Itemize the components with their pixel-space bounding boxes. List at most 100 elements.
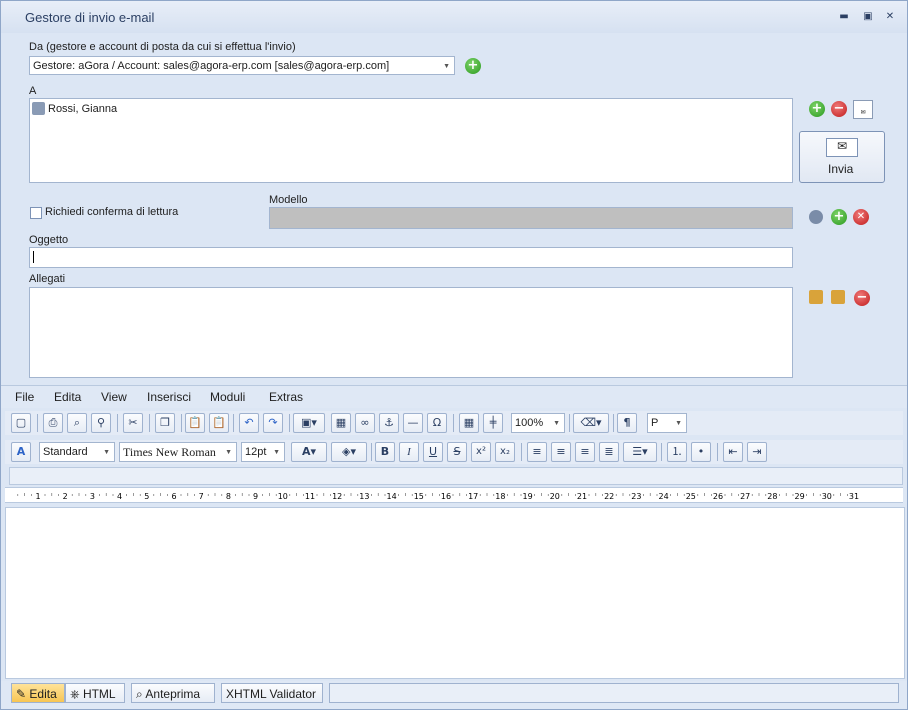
horizontal-rule-icon[interactable]: —: [403, 413, 423, 433]
add-account-button[interactable]: +: [465, 58, 481, 74]
close-icon[interactable]: ✕: [883, 11, 897, 23]
anchor-icon[interactable]: ⚓: [379, 413, 399, 433]
line-spacing-icon[interactable]: ☰▾: [623, 442, 657, 462]
menu-file[interactable]: File: [15, 390, 34, 404]
toolbar-separator: [149, 414, 150, 432]
outdent-icon[interactable]: ⇤: [723, 442, 743, 462]
menu-edit[interactable]: Edita: [54, 390, 81, 404]
chevron-down-icon: ▼: [273, 449, 280, 456]
read-receipt-checkbox[interactable]: [30, 207, 42, 219]
font-value: Times New Roman: [123, 445, 216, 459]
minimize-icon[interactable]: ▬: [837, 11, 851, 23]
print-preview-icon[interactable]: ⌕: [67, 413, 87, 433]
send-button[interactable]: ✉ Invia: [799, 131, 885, 183]
toolbar-separator: [289, 414, 290, 432]
email-address-book-icon[interactable]: ✉: [853, 100, 873, 119]
font-size-select[interactable]: 12pt ▼: [241, 442, 285, 462]
align-right-icon[interactable]: ≡: [575, 442, 595, 462]
attachments-list[interactable]: [29, 287, 793, 378]
numbered-list-icon[interactable]: ⒈: [667, 442, 687, 462]
superscript-icon[interactable]: x²: [471, 442, 491, 462]
toolbar-separator: [521, 443, 522, 461]
toolbar-separator: [569, 414, 570, 432]
highlight-color-icon[interactable]: ◈▾: [331, 442, 367, 462]
bullet-list-icon[interactable]: •: [691, 442, 711, 462]
link-icon[interactable]: ∞: [355, 413, 375, 433]
menu-insert[interactable]: Inserisci: [147, 390, 191, 404]
remove-recipient-button[interactable]: −: [831, 101, 847, 117]
ruler-number: 9: [253, 492, 258, 501]
tab-edit[interactable]: ✎ Edita: [11, 683, 65, 703]
add-recipient-button[interactable]: +: [809, 101, 825, 117]
chevron-down-icon: ▼: [675, 420, 682, 427]
to-label: A: [29, 85, 37, 97]
menu-view[interactable]: View: [101, 390, 127, 404]
strikethrough-icon[interactable]: S: [447, 442, 467, 462]
paste-icon[interactable]: 📋: [185, 413, 205, 433]
tab-html[interactable]: ⎈ HTML: [65, 683, 125, 703]
special-char-icon[interactable]: Ω: [427, 413, 447, 433]
zoom-select[interactable]: 100% ▼: [511, 413, 565, 433]
font-color-icon[interactable]: A▾: [291, 442, 327, 462]
tab-preview[interactable]: ⌕ Anteprima: [131, 683, 215, 703]
window-title: Gestore di invio e-mail: [25, 10, 155, 25]
align-left-icon[interactable]: ≡: [527, 442, 547, 462]
bold-icon[interactable]: B: [375, 442, 395, 462]
ruler-number: 17: [468, 492, 478, 501]
from-select[interactable]: Gestore: aGora / Account: sales@agora-er…: [29, 56, 455, 75]
ruler-number: 27: [740, 492, 750, 501]
table-grid-icon[interactable]: ▦: [459, 413, 479, 433]
delete-template-button[interactable]: ✕: [853, 209, 869, 225]
ruler-number: 24: [659, 492, 669, 501]
insert-table-icon[interactable]: ▦: [331, 413, 351, 433]
recipient-item[interactable]: Rossi, Gianna: [48, 103, 117, 115]
open-attachment-icon[interactable]: [831, 290, 845, 304]
pilcrow-icon[interactable]: ¶: [617, 413, 637, 433]
insert-image-icon[interactable]: ▣▾: [293, 413, 325, 433]
chevron-down-icon: ▼: [553, 420, 560, 427]
editor-menubar: File Edita View Inserisci Moduli Extras: [1, 385, 907, 408]
ruler-number: 28: [767, 492, 777, 501]
add-attachment-icon[interactable]: [809, 290, 823, 304]
align-center-icon[interactable]: ≡: [551, 442, 571, 462]
editor-body[interactable]: [5, 507, 905, 679]
template-options-icon[interactable]: [809, 210, 823, 224]
add-template-button[interactable]: +: [831, 209, 847, 225]
remove-attachment-button[interactable]: −: [854, 290, 870, 306]
toolbar-separator: [661, 443, 662, 461]
ruler-number: 16: [441, 492, 451, 501]
maximize-icon[interactable]: ▣: [861, 11, 875, 23]
ruler-number: 13: [359, 492, 369, 501]
redo-icon[interactable]: ↷: [263, 413, 283, 433]
split-cell-icon[interactable]: ╪: [483, 413, 503, 433]
menu-extras[interactable]: Extras: [269, 390, 303, 404]
align-justify-icon[interactable]: ≣: [599, 442, 619, 462]
new-document-icon[interactable]: ▢: [11, 413, 31, 433]
to-field[interactable]: Rossi, Gianna: [29, 98, 793, 183]
style-select[interactable]: Standard ▼: [39, 442, 115, 462]
template-select[interactable]: [269, 207, 793, 229]
subject-input[interactable]: [29, 247, 793, 268]
ruler-number: 3: [90, 492, 95, 501]
italic-icon[interactable]: I: [399, 442, 419, 462]
subscript-icon[interactable]: x₂: [495, 442, 515, 462]
underline-icon[interactable]: U: [423, 442, 443, 462]
menu-modules[interactable]: Moduli: [210, 390, 245, 404]
cut-icon[interactable]: ✂: [123, 413, 143, 433]
copy-icon[interactable]: ❐: [155, 413, 175, 433]
ruler-number: 11: [305, 492, 315, 501]
ruler-number: 1: [35, 492, 40, 501]
paragraph-format-select[interactable]: P ▼: [647, 413, 687, 433]
ruler: 1 2 3 4 5 6 7 8 9 10 11 12 13 14 15 16 17 18 19 20 21 22 23 24 2…: [5, 487, 903, 503]
print-icon[interactable]: ⎙: [43, 413, 63, 433]
tab-validator[interactable]: XHTML Validator: [221, 683, 323, 703]
eraser-icon[interactable]: ⌫▾: [573, 413, 609, 433]
style-icon[interactable]: A: [11, 442, 31, 462]
contact-icon: [32, 102, 45, 115]
toolbar-separator: [117, 414, 118, 432]
font-select[interactable]: Times New Roman ▼: [119, 442, 237, 462]
paste-special-icon[interactable]: 📋: [209, 413, 229, 433]
indent-icon[interactable]: ⇥: [747, 442, 767, 462]
find-icon[interactable]: ⚲: [91, 413, 111, 433]
undo-icon[interactable]: ↶: [239, 413, 259, 433]
